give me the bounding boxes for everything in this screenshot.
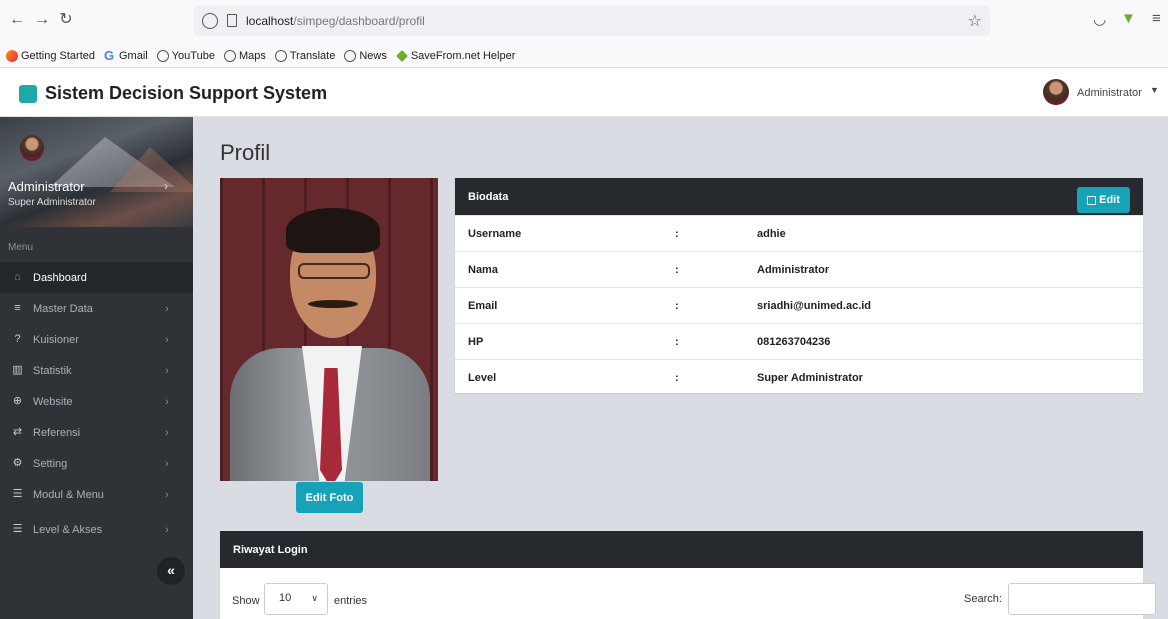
chevron-right-icon: › xyxy=(165,302,169,315)
globe-icon xyxy=(344,49,357,62)
user-menu-label[interactable]: Administrator xyxy=(1077,87,1142,99)
bookmark-star-icon[interactable]: ☆ xyxy=(968,11,982,31)
riwayat-login-header: Riwayat Login xyxy=(220,531,1143,568)
globe-icon xyxy=(156,49,169,62)
search-label: Search: xyxy=(964,593,1002,605)
chart-icon: ▥ xyxy=(12,364,23,376)
sidebar-item-level-akses[interactable]: ☰ Level & Akses › xyxy=(0,514,193,545)
menu-label: Menu xyxy=(8,242,34,253)
bookmark-maps[interactable]: Maps xyxy=(223,49,266,62)
edit-icon xyxy=(1087,195,1097,205)
search-input[interactable] xyxy=(1008,583,1156,615)
menu-icon[interactable]: ≡ xyxy=(1152,10,1161,27)
firefox-icon xyxy=(6,49,18,62)
url-text[interactable]: localhost/simpeg/dashboard/profil xyxy=(246,14,425,28)
savefrom-icon xyxy=(395,49,408,62)
list-icon: ☰ xyxy=(12,523,23,535)
sidebar-item-website[interactable]: ⊕ Website › xyxy=(0,386,193,417)
sidebar-user-role: Super Administrator xyxy=(8,197,96,208)
user-avatar[interactable] xyxy=(1043,79,1069,105)
pocket-icon[interactable]: ◡ xyxy=(1093,10,1106,28)
url-bar[interactable]: localhost/simpeg/dashboard/profil ☆ xyxy=(194,6,990,36)
sidebar-collapse-button[interactable]: « xyxy=(157,557,185,585)
globe-icon xyxy=(274,49,287,62)
sidebar: Administrator Super Administrator › Menu… xyxy=(0,117,193,619)
edit-biodata-button[interactable]: Edit xyxy=(1077,187,1130,213)
google-icon: G xyxy=(104,47,115,63)
entries-select[interactable]: 10 ∨ xyxy=(264,583,328,615)
globe-icon: ⊕ xyxy=(12,395,23,407)
question-icon: ? xyxy=(14,333,21,345)
biodata-header: Biodata xyxy=(455,178,1143,215)
show-label: Show xyxy=(232,595,260,607)
bookmark-translate[interactable]: Translate xyxy=(274,49,335,62)
chevron-right-icon: › xyxy=(165,457,169,470)
biodata-row-email: Email: sriadhi@unimed.ac.id xyxy=(455,287,1143,323)
reload-icon[interactable]: ↻ xyxy=(55,9,77,31)
sidebar-item-statistik[interactable]: ▥ Statistik › xyxy=(0,355,193,386)
biodata-row-hp: HP:081263704236 xyxy=(455,323,1143,359)
sidebar-item-referensi[interactable]: ⇄ Referensi › xyxy=(0,417,193,448)
bookmarks-bar: Getting Started G Gmail YouTube Maps Tran… xyxy=(0,44,1168,68)
sidebar-profile[interactable]: Administrator Super Administrator › xyxy=(0,117,193,227)
chevron-right-icon: › xyxy=(165,488,169,501)
chevron-right-icon: › xyxy=(165,426,169,439)
page-icon xyxy=(227,14,237,27)
bookmark-gmail[interactable]: G Gmail xyxy=(104,47,148,63)
biodata-row-level: Level: Super Administrator xyxy=(455,359,1143,395)
bookmark-youtube[interactable]: YouTube xyxy=(156,49,215,62)
sidebar-item-modul-menu[interactable]: ☰ Modul & Menu › xyxy=(0,479,193,510)
logo-icon xyxy=(19,85,37,103)
profile-photo xyxy=(220,178,438,481)
chevron-down-icon: ∨ xyxy=(311,593,318,603)
savefrom-icon[interactable]: ▼ xyxy=(1121,10,1136,27)
edit-foto-button[interactable]: Edit Foto xyxy=(296,482,363,513)
app-title: Sistem Decision Support System xyxy=(45,83,328,103)
riwayat-login-card: Riwayat Login Show 10 ∨ entries Search: xyxy=(220,531,1156,619)
bookmark-getting-started[interactable]: Getting Started xyxy=(6,49,95,62)
sidebar-item-master-data[interactable]: ≡ Master Data › xyxy=(0,293,193,324)
biodata-card: Biodata Edit Username: adhie Nama: Adminis… xyxy=(455,178,1143,393)
sidebar-item-dashboard[interactable]: ⌂ Dashboard xyxy=(0,262,193,293)
biodata-row-nama: Nama: Administrator xyxy=(455,251,1143,287)
sidebar-avatar xyxy=(20,135,44,161)
chevron-right-icon: › xyxy=(165,333,169,346)
chevron-right-icon: › xyxy=(165,395,169,408)
cogs-icon: ⚙ xyxy=(12,457,23,469)
browser-toolbar: ← → ↻ localhost/simpeg/dashboard/profil … xyxy=(0,0,1168,44)
sidebar-item-kuisioner[interactable]: ? Kuisioner › xyxy=(0,324,193,355)
bookmark-savefrom[interactable]: SaveFrom.net Helper xyxy=(395,49,515,62)
chevron-right-icon: › xyxy=(165,523,169,536)
globe-icon xyxy=(223,49,236,62)
biodata-row-username: Username: adhie xyxy=(455,215,1143,251)
shield-icon xyxy=(202,13,218,29)
chevron-right-icon[interactable]: › xyxy=(164,179,168,193)
chevron-right-icon: › xyxy=(165,364,169,377)
forward-icon[interactable]: → xyxy=(31,9,53,31)
sidebar-item-setting[interactable]: ⚙ Setting › xyxy=(0,448,193,479)
back-icon[interactable]: ← xyxy=(6,9,28,31)
sidebar-user-name: Administrator xyxy=(8,179,85,194)
entries-label: entries xyxy=(334,595,368,607)
page-title: Profil xyxy=(220,140,271,165)
bookmark-news[interactable]: News xyxy=(344,49,387,62)
database-icon: ≡ xyxy=(14,302,21,314)
home-icon: ⌂ xyxy=(14,271,21,283)
exchange-icon: ⇄ xyxy=(12,426,23,438)
caret-down-icon[interactable]: ▼ xyxy=(1150,85,1159,95)
list-icon: ☰ xyxy=(12,488,23,500)
app-header: Sistem Decision Support System Administr… xyxy=(0,69,1168,117)
main-content: Profil Edit Foto Biodata Edit Username: a… xyxy=(193,117,1168,619)
